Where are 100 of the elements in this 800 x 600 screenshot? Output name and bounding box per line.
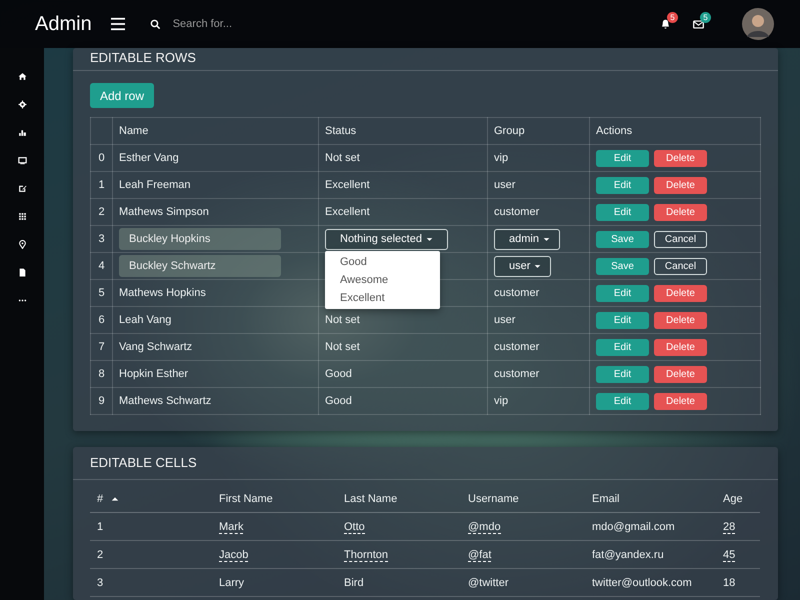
row-index: 5 — [90, 280, 112, 306]
table-cell: Mathews Hopkins — [119, 287, 206, 299]
delete-button[interactable]: Delete — [654, 150, 707, 166]
name-field[interactable]: Buckley Hopkins — [119, 228, 281, 250]
table-cell: twitter@outlook.com — [592, 576, 692, 588]
avatar — [742, 8, 774, 40]
search-field[interactable]: Search for... — [170, 17, 375, 31]
sidebar-item[interactable] — [18, 184, 26, 193]
row-index: 1 — [90, 172, 112, 198]
editable-cell[interactable]: @fat — [468, 548, 492, 562]
table-cell: Hopkin Esther — [119, 368, 188, 380]
file-icon — [18, 268, 26, 277]
table-cell: 3 — [97, 576, 104, 588]
row-index: 2 — [90, 198, 112, 226]
column-header[interactable]: Last Name — [344, 493, 398, 505]
table-cell: Good — [325, 368, 352, 380]
edit-icon — [18, 184, 26, 193]
table-cell: Excellent — [325, 206, 370, 218]
table-cell: mdo@gmail.com — [592, 520, 675, 532]
column-header[interactable]: First Name — [219, 493, 273, 505]
column-header[interactable]: Age — [723, 493, 743, 505]
notifications-button[interactable] — [660, 18, 671, 30]
editable-cell[interactable]: Jacob — [219, 548, 248, 562]
cancel-button[interactable]: Cancel — [654, 258, 707, 274]
editable-cell[interactable]: 45 — [723, 548, 736, 562]
count-badge: 5 — [667, 12, 678, 22]
editable-cell[interactable]: Otto — [344, 520, 365, 534]
card-title: EDITABLE ROWS — [73, 48, 778, 71]
table-cell: Larry — [219, 576, 244, 588]
table-cell: user — [494, 314, 516, 326]
name-field[interactable]: Buckley Schwartz — [119, 255, 281, 277]
table-cell: vip — [494, 395, 508, 407]
caret-icon — [542, 236, 550, 242]
row-index: 6 — [90, 306, 112, 334]
table-cell: Esther Vang — [119, 152, 179, 164]
sidebar-item[interactable] — [18, 212, 26, 221]
editable-cell[interactable]: 28 — [723, 520, 736, 534]
count-badge: 5 — [700, 12, 711, 22]
editable-cell[interactable]: Thornton — [344, 548, 388, 562]
table-cell: Not set — [325, 341, 360, 353]
delete-button[interactable]: Delete — [654, 284, 707, 302]
table-cell: customer — [494, 368, 540, 380]
messages-button[interactable] — [693, 18, 704, 30]
row-index: 3 — [90, 226, 112, 252]
table-cell: Vang Schwartz — [119, 341, 192, 353]
caret-icon — [426, 236, 433, 242]
monitor-icon — [18, 156, 26, 165]
bell-icon — [660, 18, 671, 30]
delete-button[interactable]: Delete — [654, 176, 707, 194]
delete-button[interactable]: Delete — [654, 338, 707, 356]
column-header[interactable]: Email — [592, 493, 620, 505]
row-index: 0 — [90, 144, 112, 172]
delete-button[interactable]: Delete — [654, 204, 707, 220]
menu-option[interactable]: Awesome — [325, 271, 440, 289]
sidebar-item[interactable] — [18, 268, 26, 277]
status-dropdown[interactable]: Nothing selected — [325, 228, 448, 250]
table-cell: Bird — [344, 576, 364, 588]
row-index: 9 — [90, 388, 112, 414]
table-cell: Excellent — [325, 179, 370, 191]
column-header[interactable]: Username — [468, 493, 519, 505]
card-title: EDITABLE CELLS — [73, 447, 778, 480]
editable-cell[interactable]: @mdo — [468, 520, 501, 534]
table-cell: fat@yandex.ru — [592, 548, 664, 560]
table-cell: 2 — [97, 548, 104, 560]
menu-icon — [110, 17, 126, 31]
row-index: 7 — [90, 334, 112, 360]
column-header: Actions — [590, 118, 760, 144]
cancel-button[interactable]: Cancel — [654, 230, 707, 248]
envelope-icon — [693, 18, 704, 30]
delete-button[interactable]: Delete — [654, 366, 707, 382]
group-dropdown[interactable]: admin — [494, 228, 560, 250]
map-pin-icon — [18, 240, 26, 249]
caret-icon — [534, 262, 542, 270]
delete-button[interactable]: Delete — [654, 392, 707, 410]
search-icon — [150, 18, 161, 30]
table-cell: customer — [494, 341, 540, 353]
home-icon — [18, 72, 26, 81]
table-cell: 1 — [97, 520, 104, 532]
delete-button[interactable]: Delete — [654, 312, 707, 328]
sidebar-item[interactable] — [18, 156, 26, 165]
table-cell: Leah Freeman — [119, 179, 191, 191]
table-cell: Mathews Schwartz — [119, 395, 212, 407]
sidebar-item[interactable] — [18, 128, 26, 137]
table-cell: Not set — [325, 152, 360, 164]
table-cell: @twitter — [468, 576, 509, 588]
table-cell: customer — [494, 206, 540, 218]
table-cell: vip — [494, 152, 508, 164]
table-cell: Leah Vang — [119, 314, 172, 326]
column-header[interactable]: # — [97, 493, 120, 505]
row-index: 8 — [90, 360, 112, 388]
sidebar-item[interactable] — [18, 240, 26, 249]
table-cell: Not set — [325, 314, 360, 326]
menu-button[interactable] — [110, 17, 126, 31]
sidebar-item[interactable] — [18, 72, 26, 81]
group-dropdown[interactable]: user — [494, 256, 552, 276]
table-cell: Good — [325, 395, 352, 407]
table-cell: Mathews Simpson — [119, 206, 209, 218]
editable-cell[interactable]: Mark — [219, 520, 244, 534]
bar-chart-icon — [18, 128, 26, 137]
brand-title: Admin — [35, 12, 92, 36]
